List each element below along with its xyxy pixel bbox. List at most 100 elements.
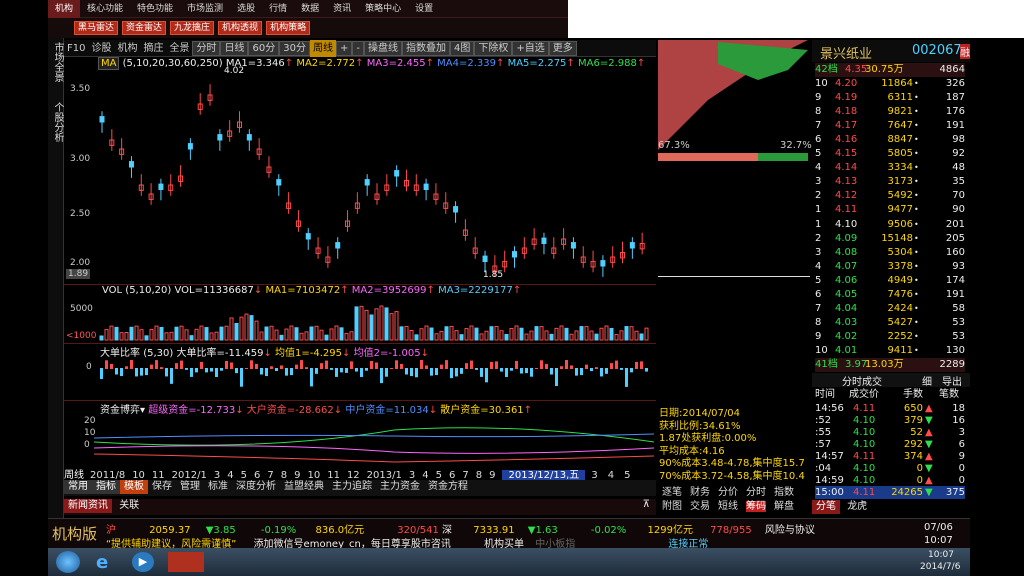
feature-button[interactable]: 机构策略 — [266, 21, 311, 35]
chart-toolbar-item[interactable]: 机构 — [114, 40, 140, 57]
chart-toolbar-item[interactable]: 全景 — [166, 40, 192, 57]
menu-item[interactable]: 策略中心 — [358, 0, 408, 18]
indicator-tab[interactable]: 模板 — [120, 480, 148, 494]
tab-news[interactable]: 新闻资讯 — [64, 499, 112, 513]
chart-toolbar-item[interactable]: 下除权 — [474, 41, 513, 56]
chart-toolbar-item[interactable]: 周线 — [309, 40, 336, 57]
volume-bar — [259, 331, 264, 341]
indicator-tab[interactable]: 指标 — [92, 480, 120, 494]
menu-item[interactable]: 数据 — [294, 0, 326, 18]
status-bar: 机构版 沪 2059.37 ▼3.85 -0.19% 836.0亿元 320/5… — [48, 518, 970, 550]
big-order-bar — [350, 361, 353, 369]
chart-toolbar-item[interactable]: 日线 — [220, 41, 249, 56]
chart-toolbar-item[interactable]: +自选 — [512, 41, 549, 56]
chart-toolbar-item[interactable]: 操盘线 — [363, 41, 402, 56]
export-button[interactable]: 导出 — [942, 373, 962, 388]
menu-item[interactable]: 特色功能 — [130, 0, 180, 18]
chip-tab[interactable]: 逐笔 — [662, 487, 682, 498]
price-tick: 2.00 — [70, 258, 91, 268]
big-order-bar — [325, 360, 328, 369]
indicator-tab[interactable]: 主力资金 — [376, 480, 424, 494]
big-order-bar — [220, 368, 223, 371]
chart-toolbar-item[interactable]: 指数叠加 — [401, 41, 450, 56]
volume-bar — [504, 333, 509, 341]
tab-related[interactable]: 关联 — [115, 499, 143, 513]
expand-icon[interactable]: ⊼ — [643, 499, 650, 510]
big-order-bar — [260, 368, 263, 375]
chart-toolbar-item[interactable]: - — [352, 41, 364, 56]
menu-item[interactable]: 设置 — [408, 0, 440, 18]
feature-button[interactable]: 九龙擒庄 — [170, 21, 215, 35]
chip-tab[interactable]: 交易 — [690, 501, 710, 512]
volume-bar — [394, 311, 399, 341]
ie-icon[interactable]: e — [96, 552, 118, 573]
menu-item[interactable]: 核心功能 — [80, 0, 130, 18]
bids-row: 1 4.10 9506 • 201 — [815, 219, 965, 230]
indicator-tab[interactable]: 资金方程 — [424, 480, 472, 494]
volume-bar — [284, 328, 289, 341]
candle-body — [364, 179, 370, 186]
bids-row: 7 4.04 2424 • 58 — [815, 303, 965, 314]
volume-bar — [139, 329, 144, 341]
big-order-bar — [465, 363, 468, 369]
media-player-icon[interactable]: ▶ — [132, 552, 154, 572]
chip-loss-bar — [758, 153, 808, 161]
indicator-tab[interactable]: 管理 — [176, 480, 204, 494]
indicator-tab[interactable]: 主力追踪 — [328, 480, 376, 494]
big-order-bar — [450, 368, 453, 379]
big-order-bar — [605, 368, 608, 374]
volume-bar — [339, 327, 344, 341]
big-order-bar — [140, 368, 143, 376]
chart-toolbar-item[interactable]: 摘庄 — [140, 40, 166, 57]
volume-bar — [389, 313, 394, 341]
menu-item[interactable]: 市场监测 — [180, 0, 230, 18]
chart-toolbar-item[interactable]: 60分 — [248, 41, 280, 56]
chip-tab[interactable]: 筹码 — [746, 501, 766, 512]
chip-tab[interactable]: 分时 — [746, 487, 766, 498]
chart-toolbar-item[interactable]: 更多 — [548, 41, 577, 56]
volume-bar — [594, 333, 599, 341]
chip-tab[interactable]: 财务 — [690, 487, 710, 498]
candle-body — [99, 116, 105, 123]
indicator-tab[interactable]: 益盟经典 — [280, 480, 328, 494]
tab-ticks[interactable]: 分笔 — [812, 500, 840, 514]
tab-stock-analysis[interactable]: 个股分析 — [50, 102, 65, 142]
start-button[interactable] — [56, 551, 80, 573]
feature-button[interactable]: 黑马雷达 — [74, 21, 119, 35]
chip-tab[interactable]: 分价 — [718, 487, 738, 498]
menu-item[interactable]: 资讯 — [326, 0, 358, 18]
tab-dragon-tiger[interactable]: 龙虎 — [843, 500, 871, 514]
chart-toolbar-item[interactable]: F10 — [64, 40, 88, 57]
menu-item[interactable]: 选股 — [230, 0, 262, 18]
low-mark: 1.85 — [483, 270, 504, 280]
asks-row: 9 4.19 6311 • 187 — [815, 92, 965, 103]
chip-tab[interactable]: 附图 — [662, 501, 682, 512]
chart-toolbar-item[interactable]: 诊股 — [88, 40, 114, 57]
left-strip: 市场全景 个股分析 — [48, 38, 64, 518]
indicator-tab[interactable]: 标准 — [204, 480, 232, 494]
candlestick-chart[interactable] — [64, 70, 656, 284]
menu-item[interactable]: 行情 — [262, 0, 294, 18]
feature-button[interactable]: 资金雷达 — [122, 21, 167, 35]
volume-bar — [114, 326, 119, 341]
detail-button[interactable]: 细 — [922, 373, 932, 388]
chart-toolbar-item[interactable]: 30分 — [279, 41, 310, 56]
ma-selector[interactable]: MA — [98, 57, 120, 70]
indicator-tab[interactable]: 常用 — [64, 480, 92, 494]
chip-tab[interactable]: 解盘 — [774, 501, 794, 512]
big-order-bar — [280, 365, 283, 369]
indicator-tab[interactable]: 深度分析 — [232, 480, 280, 494]
chip-left-pct: 67.3% — [658, 140, 690, 151]
chart-toolbar-item[interactable]: 4图 — [449, 41, 475, 56]
chip-tab[interactable]: 短线 — [718, 501, 738, 512]
date-axis: 周线 2011/8 10 11 2012/1 3 4 5 6 7 8 9 10 11 12 2013/1 3 4 5… — [64, 466, 656, 481]
tab-market-overview[interactable]: 市场全景 — [50, 42, 65, 82]
feature-button[interactable]: 机构透视 — [218, 21, 263, 35]
big-order-bar — [600, 368, 603, 377]
menu-item[interactable]: 机构 — [48, 0, 81, 18]
indicator-tab[interactable]: 保存 — [148, 480, 176, 494]
chart-toolbar-item[interactable]: 分时 — [192, 41, 221, 56]
app-taskbar-icon[interactable] — [168, 552, 204, 572]
chip-tab[interactable]: 指数 — [774, 487, 794, 498]
chart-toolbar-item[interactable]: + — [335, 41, 353, 56]
